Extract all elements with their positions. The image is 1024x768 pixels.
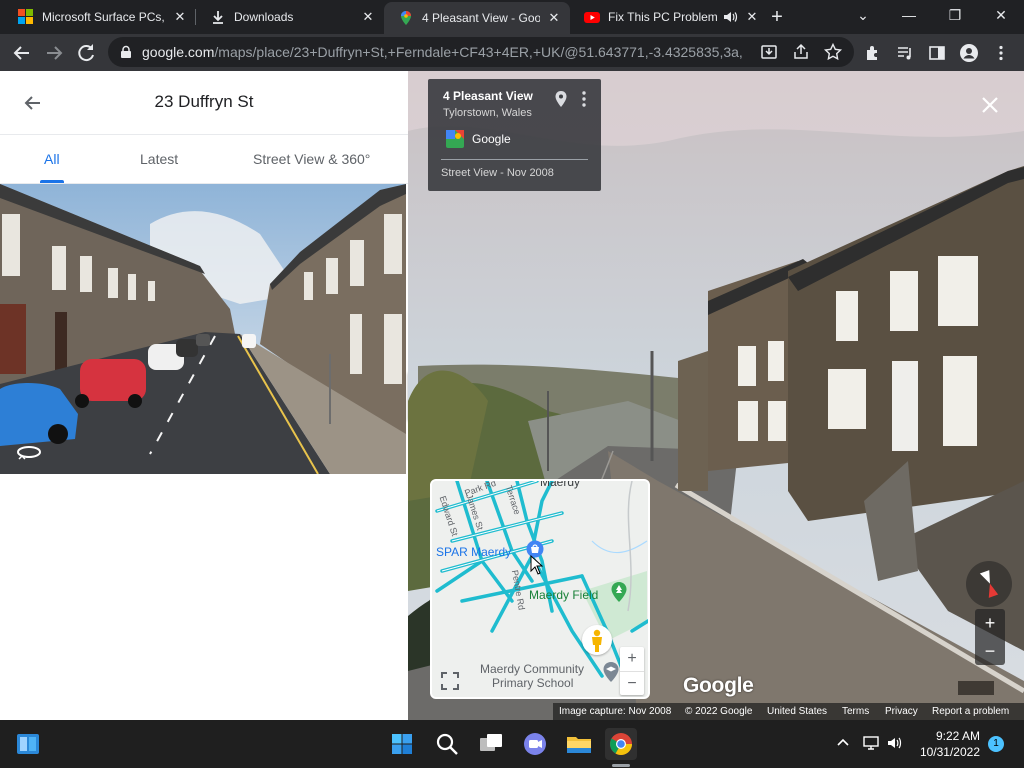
chrome-icon[interactable] — [605, 728, 637, 760]
back-button[interactable] — [8, 39, 36, 67]
network-icon[interactable] — [862, 734, 880, 752]
file-explorer-icon[interactable] — [563, 728, 595, 760]
map-label-spar[interactable]: SPAR Maerdy — [436, 545, 511, 559]
image-capture-text: Image capture: Nov 2008 — [559, 706, 672, 717]
place-region: Tylorstown, Wales — [443, 107, 532, 119]
forward-button[interactable] — [40, 39, 68, 67]
url-text: google.com/maps/place/23+Duffryn+St,+Fer… — [142, 37, 742, 67]
photos-panel: 23 Duffryn St All Latest Street View & 3… — [0, 71, 408, 720]
address-bar[interactable]: google.com/maps/place/23+Duffryn+St,+Fer… — [108, 37, 854, 67]
tab-title: 4 Pleasant View - Google — [422, 11, 540, 25]
capture-date: Street View - Nov 2008 — [441, 167, 554, 179]
street-view-zoom-controls: + − — [975, 609, 1005, 665]
tab-title: Downloads — [234, 10, 294, 24]
report-problem-link[interactable]: Report a problem — [932, 706, 1009, 717]
restore-button[interactable]: ❐ — [932, 0, 978, 30]
map-label-school-line2[interactable]: Primary School — [492, 676, 573, 690]
provider-label: Google — [472, 132, 511, 146]
privacy-link[interactable]: Privacy — [885, 706, 918, 717]
system-clock[interactable]: 9:22 AM 10/31/2022 — [900, 728, 980, 760]
tab-title: Microsoft Surface PCs, C — [42, 10, 166, 24]
place-name: 4 Pleasant View — [443, 89, 533, 103]
widgets-icon[interactable] — [12, 728, 44, 760]
browser-toolbar: google.com/maps/place/23+Duffryn+St,+Fer… — [0, 34, 1024, 71]
url-host: google.com — [142, 44, 215, 60]
street-photo-thumbnail[interactable] — [0, 184, 406, 474]
park-marker-icon[interactable] — [610, 581, 628, 603]
mini-map-zoom-out-button[interactable]: − — [620, 671, 644, 695]
tab-close-icon[interactable]: ✕ — [546, 10, 562, 26]
map-pin-icon[interactable] — [554, 90, 568, 108]
notification-badge[interactable]: 1 — [988, 736, 1004, 752]
new-tab-button[interactable]: + — [766, 6, 788, 28]
tab-street-view-360[interactable]: Street View & 360° — [253, 151, 370, 167]
task-view-icon[interactable] — [475, 728, 507, 760]
copyright-text: © 2022 Google — [685, 706, 753, 717]
chevron-up-icon[interactable] — [834, 734, 852, 752]
teams-chat-icon[interactable] — [519, 728, 551, 760]
map-label-school-line1[interactable]: Maerdy Community — [480, 662, 584, 676]
location-info-card: 4 Pleasant View Tylorstown, Wales Google… — [428, 79, 601, 191]
tab-youtube[interactable]: Fix This PC Problem ✕ — [570, 0, 757, 34]
tab-downloads[interactable]: Downloads ✕ — [196, 0, 384, 34]
360-rotate-icon — [16, 444, 42, 460]
chrome-menu-icon[interactable] — [991, 43, 1011, 63]
search-icon[interactable] — [431, 728, 463, 760]
media-controls-icon[interactable] — [895, 43, 915, 63]
tab-microsoft-surface[interactable]: Microsoft Surface PCs, C ✕ — [4, 0, 196, 34]
share-icon[interactable] — [791, 42, 811, 62]
extensions-icon[interactable] — [863, 43, 883, 63]
tab-all[interactable]: All — [44, 151, 60, 167]
mouse-cursor-icon — [530, 554, 544, 575]
more-options-icon[interactable] — [579, 89, 589, 109]
country-link[interactable]: United States — [767, 706, 827, 717]
clock-date: 10/31/2022 — [919, 745, 980, 759]
map-label-field[interactable]: Maerdy Field — [529, 588, 598, 602]
expand-map-icon[interactable] — [438, 669, 462, 693]
google-logo: Google — [683, 674, 754, 697]
active-app-indicator — [612, 764, 630, 767]
bookmark-star-icon[interactable] — [823, 42, 843, 62]
profile-avatar-icon[interactable] — [959, 43, 979, 63]
speaker-icon[interactable] — [722, 9, 738, 25]
windows-taskbar: 9:22 AM 10/31/2022 1 — [0, 720, 1024, 768]
close-street-view-icon[interactable] — [978, 93, 1002, 117]
window-close-button[interactable]: ✕ — [978, 0, 1024, 30]
zoom-out-button[interactable]: − — [975, 637, 1005, 665]
url-path: /maps/place/23+Duffryn+St,+Ferndale+CF43… — [214, 44, 742, 60]
mini-map[interactable]: Maerdy Park Rd James St Edward St Terrac… — [430, 479, 650, 699]
pegman-icon[interactable] — [582, 625, 612, 655]
school-marker-icon[interactable] — [602, 661, 620, 683]
tab-strip: Microsoft Surface PCs, C ✕ Downloads ✕ 4… — [0, 0, 1024, 34]
minimize-button[interactable]: — — [886, 0, 932, 30]
map-label-town: Maerdy — [540, 479, 581, 489]
install-app-icon[interactable] — [759, 42, 779, 62]
tab-latest[interactable]: Latest — [140, 151, 178, 167]
google-maps-icon — [446, 130, 464, 148]
start-button[interactable] — [386, 728, 418, 760]
tab-close-icon[interactable]: ✕ — [360, 9, 376, 25]
street-view-canvas[interactable]: 4 Pleasant View Tylorstown, Wales Google… — [408, 71, 1024, 720]
terms-link[interactable]: Terms — [842, 706, 869, 717]
attribution-bar: Image capture: Nov 2008 © 2022 Google Un… — [553, 703, 1024, 720]
google-maps-icon — [398, 10, 414, 26]
compass-icon[interactable] — [966, 561, 1012, 607]
youtube-icon — [584, 9, 600, 25]
tab-close-icon[interactable]: ✕ — [172, 9, 188, 25]
mini-map-zoom-controls: + − — [620, 647, 644, 695]
tab-close-icon[interactable]: ✕ — [744, 9, 760, 25]
lock-icon[interactable] — [119, 45, 133, 59]
tab-title: Fix This PC Problem — [608, 10, 718, 24]
tab-google-maps[interactable]: 4 Pleasant View - Google ✕ — [384, 2, 570, 34]
reload-button[interactable] — [72, 39, 100, 67]
microsoft-logo-icon — [18, 9, 34, 25]
side-panel-icon[interactable] — [927, 43, 947, 63]
tab-search-chevron-icon[interactable]: ⌄ — [840, 0, 886, 30]
mini-map-zoom-in-button[interactable]: + — [620, 647, 644, 671]
panel-title: 23 Duffryn St — [154, 92, 254, 111]
zoom-in-button[interactable]: + — [975, 609, 1005, 637]
clock-time: 9:22 AM — [935, 729, 980, 743]
download-icon — [210, 9, 226, 25]
